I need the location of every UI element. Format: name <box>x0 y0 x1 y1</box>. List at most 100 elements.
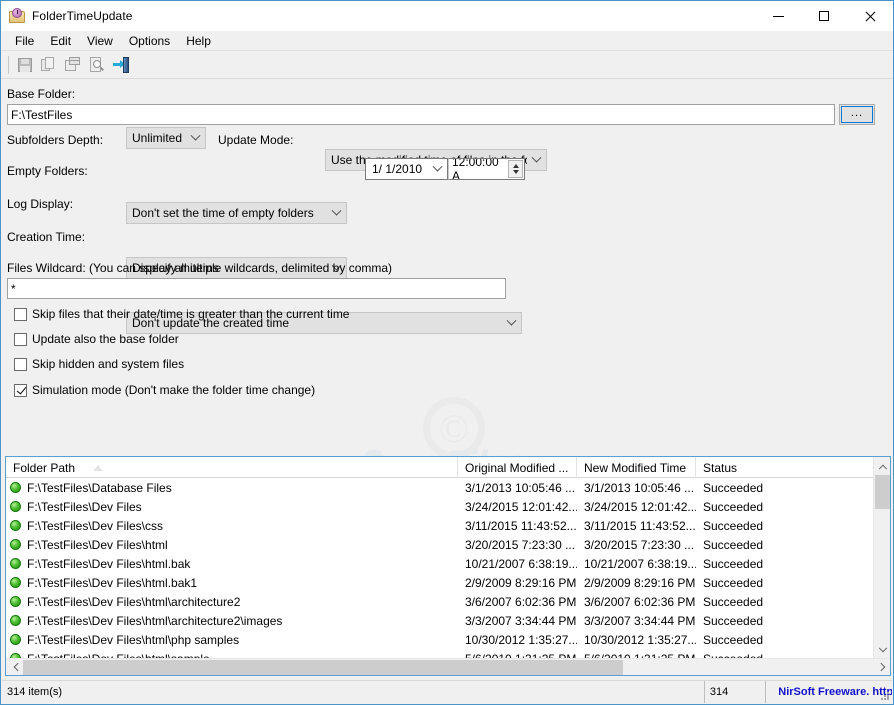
folder-path-text: F:\TestFiles\Dev Files\html.bak <box>27 556 191 571</box>
column-header-folder-path[interactable]: Folder Path <box>6 457 458 478</box>
cell-folder-path: F:\TestFiles\Dev Files\css <box>6 519 458 533</box>
cell-original-modified: 3/11/2015 11:43:52... <box>465 518 577 533</box>
save-icon <box>17 57 33 73</box>
cell-folder-path: F:\TestFiles\Database Files <box>6 481 458 495</box>
window-controls <box>755 1 893 31</box>
copy-button[interactable] <box>37 54 60 76</box>
vertical-scrollbar[interactable] <box>873 457 890 659</box>
chevron-down-icon <box>186 128 205 148</box>
menu-options[interactable]: Options <box>121 32 178 50</box>
cell-status: Succeeded <box>703 575 764 590</box>
table-row[interactable]: F:\TestFiles\Dev Files\html\php samples 1… <box>6 630 890 649</box>
column-header-status[interactable]: Status <box>696 457 875 478</box>
cell-status: Succeeded <box>703 632 764 647</box>
cell-new-modified: 3/1/2013 10:05:46 ... <box>584 480 695 495</box>
chevron-down-icon[interactable] <box>428 159 447 179</box>
status-ok-icon <box>10 577 21 588</box>
checkbox-simulation-mode[interactable]: Simulation mode (Don't make the folder t… <box>14 383 315 397</box>
horizontal-scroll-thumb[interactable] <box>23 659 623 675</box>
status-selected-count: 314 <box>705 681 767 703</box>
table-row[interactable]: F:\TestFiles\Dev Files\html\architecture… <box>6 611 890 630</box>
spinner-arrows-icon[interactable] <box>508 160 523 178</box>
save-button[interactable] <box>13 54 36 76</box>
table-row[interactable]: F:\TestFiles\Dev Files\html\architecture… <box>6 592 890 611</box>
cell-status: Succeeded <box>703 537 764 552</box>
subfolders-depth-label: Subfolders Depth: <box>7 133 104 147</box>
log-display-label: Log Display: <box>7 197 74 211</box>
cell-status: Succeeded <box>703 594 764 609</box>
exit-button[interactable] <box>109 54 132 76</box>
menu-edit[interactable]: Edit <box>42 32 79 50</box>
folder-path-text: F:\TestFiles\Database Files <box>27 480 172 495</box>
subfolders-depth-select[interactable]: Unlimited <box>126 127 206 149</box>
find-icon <box>89 56 105 73</box>
menu-help[interactable]: Help <box>178 32 219 50</box>
scroll-left-icon[interactable] <box>6 659 23 676</box>
column-header-original-modified[interactable]: Original Modified ... <box>458 457 577 478</box>
empty-folders-select[interactable]: Don't set the time of empty folders <box>126 202 347 224</box>
scroll-up-icon[interactable] <box>874 457 890 474</box>
empty-folders-value: Don't set the time of empty folders <box>132 206 314 220</box>
checkbox-skip-hidden-system[interactable]: Skip hidden and system files <box>14 357 184 371</box>
checkbox-skip-future-files[interactable]: Skip files that their date/time is great… <box>14 307 349 321</box>
menu-view[interactable]: View <box>79 32 121 50</box>
column-header-label: New Modified Time <box>584 460 687 475</box>
chevron-down-icon <box>502 313 521 333</box>
column-header-label: Original Modified ... <box>465 460 569 475</box>
cell-folder-path: F:\TestFiles\Dev Files\html.bak1 <box>6 576 458 590</box>
horizontal-scrollbar[interactable] <box>6 658 890 676</box>
table-row[interactable]: F:\TestFiles\Dev Files\html.bak 10/21/200… <box>6 554 890 573</box>
scroll-right-icon[interactable] <box>875 659 890 676</box>
resize-grip-icon[interactable] <box>880 691 890 701</box>
time-value: 12:00:00 A <box>452 158 499 180</box>
vertical-scroll-thumb[interactable] <box>875 475 890 509</box>
cell-new-modified: 2/9/2009 8:29:16 PM <box>584 575 696 590</box>
find-button[interactable] <box>85 54 108 76</box>
time-spinner[interactable]: 12:00:00 A <box>448 158 525 180</box>
cell-status: Succeeded <box>703 556 764 571</box>
date-picker[interactable]: 1/ 1/2010 <box>365 158 448 180</box>
cell-folder-path: F:\TestFiles\Dev Files\html <box>6 538 458 552</box>
cell-original-modified: 10/21/2007 6:38:19... <box>465 556 577 571</box>
table-row[interactable]: F:\TestFiles\Dev Files\html.bak1 2/9/2009… <box>6 573 890 592</box>
update-mode-label: Update Mode: <box>218 133 294 147</box>
browse-folder-button[interactable]: ... <box>839 104 875 125</box>
table-row[interactable]: F:\TestFiles\Dev Files\css 3/11/2015 11:4… <box>6 516 890 535</box>
status-item-count: 314 item(s) <box>2 681 705 703</box>
cell-new-modified: 10/30/2012 1:35:27... <box>584 632 696 647</box>
folder-path-text: F:\TestFiles\Dev Files\css <box>27 518 164 533</box>
properties-button[interactable] <box>61 54 84 76</box>
table-row[interactable]: F:\TestFiles\Dev Files\html 3/20/2015 7:2… <box>6 535 890 554</box>
checkbox-label: Update also the base folder <box>32 332 179 346</box>
status-ok-icon <box>10 596 21 607</box>
checkbox-update-base-folder[interactable]: Update also the base folder <box>14 332 179 346</box>
checkbox-icon[interactable] <box>14 332 27 346</box>
status-ok-icon <box>10 520 21 531</box>
folder-path-text: F:\TestFiles\Dev Files <box>27 499 142 514</box>
checkbox-icon-checked[interactable] <box>14 383 27 397</box>
close-button[interactable] <box>847 1 893 31</box>
column-header-new-modified[interactable]: New Modified Time <box>577 457 696 478</box>
cell-status: Succeeded <box>703 518 764 533</box>
checkbox-label: Skip files that their date/time is great… <box>32 307 350 321</box>
chevron-down-icon <box>327 203 346 223</box>
cell-folder-path: F:\TestFiles\Dev Files <box>6 500 458 514</box>
cell-new-modified: 3/20/2015 7:23:30 ... <box>584 537 695 552</box>
cell-original-modified: 3/24/2015 12:01:42... <box>465 499 577 514</box>
menu-file[interactable]: File <box>7 32 42 50</box>
table-row[interactable]: F:\TestFiles\Database Files 3/1/2013 10:0… <box>6 478 890 497</box>
checkbox-label: Simulation mode (Don't make the folder t… <box>32 383 316 397</box>
checkbox-icon[interactable] <box>14 307 27 321</box>
scroll-down-icon[interactable] <box>874 642 890 659</box>
maximize-button[interactable] <box>801 1 847 31</box>
files-wildcard-label: Files Wildcard: (You can specify multipl… <box>7 261 393 275</box>
status-nirsoft-link[interactable]: NirSoft Freeware. http <box>766 681 892 703</box>
minimize-button[interactable] <box>755 1 801 31</box>
table-row[interactable]: F:\TestFiles\Dev Files 3/24/2015 12:01:42… <box>6 497 890 516</box>
chevron-down-icon <box>527 150 546 170</box>
cell-new-modified: 3/24/2015 12:01:42... <box>584 499 696 514</box>
base-folder-input[interactable] <box>7 104 835 125</box>
cell-folder-path: F:\TestFiles\Dev Files\html.bak <box>6 557 458 571</box>
checkbox-icon[interactable] <box>14 357 27 371</box>
files-wildcard-input[interactable] <box>7 278 506 299</box>
